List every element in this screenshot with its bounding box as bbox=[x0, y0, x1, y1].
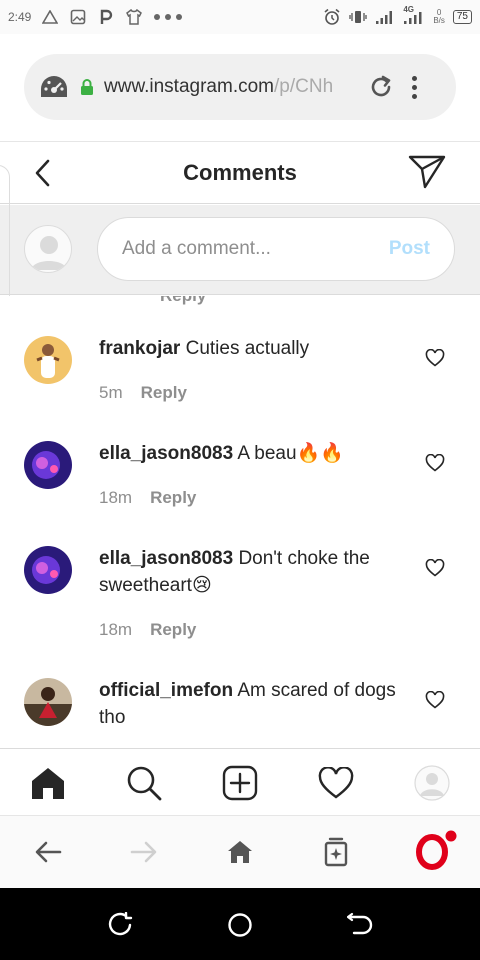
chevron-left-icon bbox=[35, 159, 50, 187]
search-icon bbox=[127, 766, 162, 801]
home-tab[interactable] bbox=[30, 765, 66, 801]
partial-reply-link[interactable]: Reply bbox=[160, 296, 206, 306]
direct-share-button[interactable] bbox=[408, 154, 446, 192]
browser-forward-button[interactable] bbox=[128, 836, 160, 868]
comment-list[interactable]: Reply frankojar Cuties actually 5m Reply… bbox=[0, 296, 480, 748]
url-path: /p/CNh bbox=[274, 76, 334, 97]
avatar bbox=[24, 225, 72, 273]
signal-4g-icon: 4G bbox=[401, 5, 425, 25]
avatar[interactable] bbox=[24, 546, 72, 594]
vibrate-icon bbox=[349, 9, 367, 25]
tabs-icon bbox=[324, 837, 348, 867]
warning-icon bbox=[41, 9, 59, 25]
more-dots-icon bbox=[153, 9, 183, 25]
add-comment-bar: Post bbox=[0, 205, 480, 295]
avatar[interactable] bbox=[24, 336, 72, 384]
url-field[interactable]: www.instagram.com/p/CNh bbox=[24, 54, 456, 120]
browser-back-button[interactable] bbox=[32, 836, 64, 868]
new-post-tab[interactable] bbox=[222, 765, 258, 801]
reply-button[interactable]: Reply bbox=[150, 488, 196, 508]
reply-button[interactable]: Reply bbox=[150, 620, 196, 640]
search-tab[interactable] bbox=[126, 765, 162, 801]
comment-username[interactable]: ella_jason8083 bbox=[99, 548, 233, 569]
heart-icon[interactable] bbox=[425, 454, 445, 472]
paper-plane-icon bbox=[408, 155, 446, 189]
comment-item: official_imefon Am scared of dogs tho bbox=[0, 678, 480, 748]
comment-time: 18m bbox=[99, 620, 133, 639]
comment-username[interactable]: official_imefon bbox=[99, 680, 233, 701]
url-host: www.instagram.com bbox=[104, 76, 274, 97]
comment-time: 5m bbox=[99, 383, 123, 402]
comment-meta: 18m Reply bbox=[99, 488, 196, 508]
profile-tab[interactable] bbox=[414, 765, 450, 801]
default-avatar-icon bbox=[31, 236, 67, 270]
comment-input[interactable] bbox=[122, 238, 389, 260]
home-icon bbox=[32, 768, 64, 799]
back-button[interactable] bbox=[28, 156, 56, 190]
activity-tab[interactable] bbox=[318, 765, 354, 801]
comment-item: ella_jason8083 Don't choke the sweethear… bbox=[0, 546, 480, 666]
add-post-icon bbox=[222, 765, 258, 801]
home-circle-icon[interactable] bbox=[227, 912, 253, 938]
avatar[interactable] bbox=[24, 441, 72, 489]
network-type: 4G bbox=[403, 5, 414, 14]
url-text[interactable]: www.instagram.com/p/CNh bbox=[104, 76, 354, 98]
page-title: Comments bbox=[183, 159, 297, 185]
instagram-bottom-nav bbox=[0, 748, 480, 816]
heart-icon[interactable] bbox=[425, 691, 445, 709]
status-bar: 2:49 4G 0 B/s 75 bbox=[0, 0, 480, 34]
avatar[interactable] bbox=[24, 678, 72, 726]
comment-username[interactable]: ella_jason8083 bbox=[99, 443, 233, 464]
comment-text: official_imefon Am scared of dogs tho bbox=[99, 677, 409, 731]
alarm-icon bbox=[323, 8, 341, 25]
gallery-icon bbox=[69, 9, 87, 25]
lock-icon bbox=[80, 78, 94, 96]
browser-bottom-nav bbox=[0, 816, 480, 888]
heart-icon[interactable] bbox=[425, 559, 445, 577]
back-arrow-icon[interactable] bbox=[347, 912, 373, 938]
comment-time: 18m bbox=[99, 488, 133, 507]
battery-indicator: 75 bbox=[452, 10, 472, 24]
browser-address-bar: www.instagram.com/p/CNh bbox=[0, 34, 480, 142]
profile-avatar-icon bbox=[414, 765, 450, 801]
comment-item: frankojar Cuties actually 5m Reply bbox=[0, 336, 480, 432]
opera-menu-button[interactable] bbox=[416, 830, 460, 870]
reply-button[interactable]: Reply bbox=[141, 383, 187, 403]
comment-body: Cuties actually bbox=[185, 338, 310, 359]
comments-header: Comments bbox=[0, 142, 480, 204]
comment-meta: 18m Reply bbox=[99, 620, 196, 640]
arrow-right-icon bbox=[130, 841, 157, 863]
heart-icon[interactable] bbox=[425, 349, 445, 367]
recents-icon[interactable] bbox=[107, 912, 133, 938]
comment-body: A beau🔥🔥 bbox=[237, 443, 344, 464]
comment-text: ella_jason8083 Don't choke the sweethear… bbox=[99, 545, 409, 599]
speed-unit: B/s bbox=[433, 16, 445, 25]
comment-item: ella_jason8083 A beau🔥🔥 18m Reply bbox=[0, 441, 480, 537]
browser-tabs-button[interactable] bbox=[320, 836, 352, 868]
status-time: 2:49 bbox=[8, 10, 32, 24]
signal-icon bbox=[375, 9, 393, 25]
browser-home-button[interactable] bbox=[224, 836, 256, 868]
comment-username[interactable]: frankojar bbox=[99, 338, 180, 359]
shirt-icon bbox=[125, 9, 143, 25]
heart-icon bbox=[318, 767, 354, 799]
network-speed: 0 B/s bbox=[433, 9, 445, 25]
menu-kebab-icon[interactable] bbox=[412, 75, 417, 99]
comment-text: frankojar Cuties actually bbox=[99, 335, 409, 362]
speed-dial-icon[interactable] bbox=[38, 73, 70, 101]
home-icon bbox=[228, 841, 252, 863]
comment-meta: 5m Reply bbox=[99, 383, 187, 403]
comment-composer[interactable]: Post bbox=[97, 217, 455, 281]
comment-text: ella_jason8083 A beau🔥🔥 bbox=[99, 440, 409, 467]
post-button[interactable]: Post bbox=[389, 238, 430, 260]
reload-icon[interactable] bbox=[368, 74, 394, 100]
android-nav-bar bbox=[0, 888, 480, 960]
arrow-left-icon bbox=[35, 841, 62, 863]
opera-logo-icon bbox=[416, 830, 457, 870]
parking-p-icon bbox=[97, 9, 115, 25]
